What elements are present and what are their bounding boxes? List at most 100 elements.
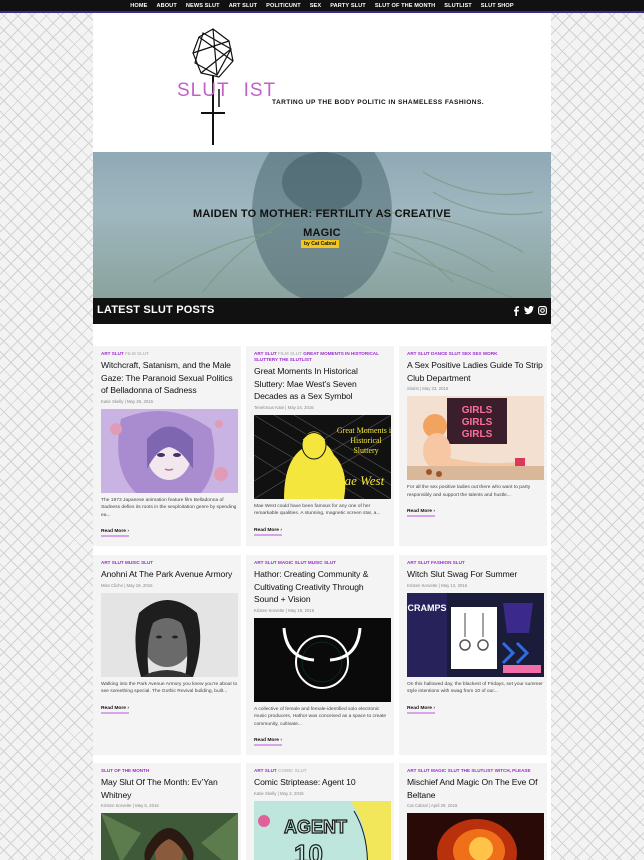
post-date: May 5, 2016	[135, 803, 159, 808]
read-more-link[interactable]: Read More ›	[254, 738, 282, 747]
thumbnail-caption: Historical	[350, 436, 382, 445]
nav-sex[interactable]: SEX	[310, 3, 322, 9]
nav-art-slut[interactable]: ART SLUT	[229, 3, 257, 9]
nav-politicunt[interactable]: POLITICUNT	[266, 3, 301, 9]
featured-hero[interactable]: MAIDEN TO MOTHER: FERTILITY AS CREATIVE …	[93, 152, 551, 298]
category-tag[interactable]: ART SLUT	[101, 351, 124, 356]
category-tag[interactable]: ART SLUT	[254, 351, 277, 356]
post-meta: Katie Skelly | May 2, 2016	[254, 790, 304, 796]
post-title[interactable]: Hathor: Creating Community & Cultivating…	[254, 568, 390, 606]
post-title[interactable]: Comic Striptease: Agent 10	[254, 776, 390, 789]
post-thumbnail[interactable]: Great Moments in Historical Sluttery Mae…	[254, 414, 391, 499]
post-meta: Katie Skelly | May 26, 2016	[101, 398, 154, 404]
category-tag[interactable]: ART SLUT	[407, 351, 430, 356]
thumbnail-caption: GIRLS	[462, 429, 493, 440]
post-card: ART SLUT MAGIC SLUT MUSIC SLUT Hathor: C…	[246, 555, 394, 755]
post-card: ART SLUT FILM SLUT Witchcraft, Satanism,…	[93, 346, 241, 546]
post-date: April 29, 2016	[430, 803, 458, 808]
post-title[interactable]: Great Moments In Historical Sluttery: Ma…	[254, 365, 390, 403]
post-meta: Slutist | May 23, 2016	[407, 386, 449, 391]
post-title[interactable]: Witchcraft, Satanism, and the Male Gaze:…	[101, 359, 237, 397]
category-tag[interactable]: WITCH, PLEASE	[495, 768, 531, 773]
category-tag[interactable]: DANCE SLUT	[431, 351, 461, 356]
category-tag[interactable]: FILM SLUT	[278, 351, 302, 356]
category-tag[interactable]: SEX	[462, 351, 471, 356]
category-tag[interactable]: MAGIC SLUT	[278, 560, 307, 565]
read-more-link[interactable]: Read More ›	[101, 706, 129, 714]
logo-wordmark[interactable]: SLUT IST	[177, 80, 276, 102]
read-more-link[interactable]: Read More ›	[101, 529, 129, 538]
category-tag[interactable]: SLUT OF THE MONTH	[101, 768, 149, 773]
hero-title[interactable]: MAIDEN TO MOTHER: FERTILITY AS CREATIVE …	[93, 205, 551, 243]
social-links	[511, 305, 547, 316]
post-title[interactable]: A Sex Positive Ladies Guide To Strip Clu…	[407, 359, 543, 384]
nav-home[interactable]: HOME	[130, 3, 147, 9]
category-tag[interactable]: MAGIC SLUT	[431, 768, 460, 773]
post-author[interactable]: Tenebrous Kate	[254, 405, 284, 410]
category-tag[interactable]: FASHION SLUT	[431, 560, 465, 565]
category-tag[interactable]: ART SLUT	[254, 560, 277, 565]
nav-slutlist[interactable]: SLUTLIST	[444, 3, 472, 9]
category-tag[interactable]: COMIC SLUT	[278, 768, 307, 773]
post-thumbnail[interactable]	[101, 592, 238, 677]
post-thumbnail[interactable]	[101, 813, 238, 860]
read-more-link[interactable]: Read More ›	[254, 528, 282, 536]
post-author[interactable]: Katie Skelly	[254, 791, 276, 796]
post-meta: Kristen Korvette | May 13, 2016	[407, 582, 468, 588]
post-excerpt: Mae West could have been famous for any …	[254, 503, 381, 517]
hero-byline[interactable]: by Cat Cabral	[301, 240, 340, 248]
post-title[interactable]: May Slut Of The Month: Ev’Yan Whitney	[101, 776, 237, 801]
post-card: ART SLUT FASHION SLUT Witch Slut Swag Fo…	[399, 555, 547, 755]
post-thumbnail[interactable]	[407, 813, 544, 860]
post-title[interactable]: Anohni At The Park Avenue Armory	[101, 568, 237, 581]
post-date: May 23, 2016	[422, 386, 449, 391]
category-tag[interactable]: ART SLUT	[407, 768, 430, 773]
nav-news-slut[interactable]: NEWS SLUT	[186, 3, 220, 9]
post-thumbnail[interactable]	[254, 617, 391, 702]
category-tag[interactable]: MUSIC SLUT	[125, 560, 153, 565]
category-tag[interactable]: ART SLUT	[407, 560, 430, 565]
read-more-link[interactable]: Read More ›	[407, 509, 435, 518]
category-tag[interactable]: MUSIC SLUT	[308, 560, 336, 565]
post-thumbnail[interactable]: GIRLS GIRLS GIRLS	[407, 396, 544, 480]
category-tag[interactable]: THE SLUTLIST	[461, 768, 493, 773]
thumbnail-caption: Mae West	[333, 473, 385, 488]
post-author[interactable]: Kristen Korvette	[101, 803, 132, 808]
post-card: ART SLUT COMIC SLUT Comic Striptease: Ag…	[246, 763, 394, 860]
post-categories: ART SLUT FILM SLUT GREAT MOMENTS IN HIST…	[254, 351, 390, 363]
post-title[interactable]: Mischief And Magic On The Eve Of Beltane	[407, 776, 543, 801]
nav-slut-shop[interactable]: SLUT SHOP	[481, 3, 514, 9]
post-author[interactable]: Cat Cabral	[407, 803, 428, 808]
logo-wordmark-right: IST	[243, 80, 277, 101]
nav-party-slut[interactable]: PARTY SLUT	[330, 3, 366, 9]
hero-title-line1: MAIDEN TO MOTHER: FERTILITY AS CREATIVE	[193, 208, 451, 220]
instagram-icon[interactable]	[537, 305, 547, 316]
post-categories: ART SLUT FILM SLUT	[101, 351, 237, 357]
facebook-icon[interactable]	[511, 305, 521, 316]
twitter-icon[interactable]	[524, 305, 534, 316]
post-thumbnail[interactable]	[101, 408, 238, 493]
post-categories: ART SLUT MAGIC SLUT MUSIC SLUT	[254, 560, 390, 566]
nav-about[interactable]: ABOUT	[156, 3, 176, 9]
page-container: SLUT IST TARTING UP THE BODY POLITIC IN S…	[93, 13, 551, 860]
read-more-link[interactable]: Read More ›	[407, 706, 435, 714]
site-header: SLUT IST TARTING UP THE BODY POLITIC IN S…	[93, 13, 551, 152]
post-thumbnail[interactable]: AGENT 10	[254, 800, 391, 860]
nav-slut-of-the-month[interactable]: SLUT OF THE MONTH	[375, 3, 435, 9]
post-title[interactable]: Witch Slut Swag For Summer	[407, 568, 543, 581]
category-tag[interactable]: FILM SLUT	[125, 351, 149, 356]
category-tag[interactable]: ART SLUT	[101, 560, 124, 565]
post-author[interactable]: Kristen Korvette	[407, 583, 438, 588]
post-author[interactable]: Miss Cliche	[101, 583, 123, 588]
category-tag[interactable]: THE SLUTLIST	[279, 357, 311, 362]
post-date: May 2, 2016	[279, 790, 304, 796]
category-tag[interactable]: ART SLUT	[254, 768, 277, 773]
post-author[interactable]: Slutist	[407, 386, 419, 391]
category-tag[interactable]: SEX WORK	[472, 351, 497, 356]
post-author[interactable]: Katie Skelly	[101, 399, 123, 404]
post-author[interactable]: Kristen Korvette	[254, 608, 285, 613]
thumbnail-caption: CRAMPS	[407, 603, 446, 613]
latest-posts-bar: LATEST SLUT POSTS	[93, 298, 551, 324]
post-thumbnail[interactable]: CRAMPS	[407, 592, 544, 677]
post-card: SLUT OF THE MONTH May Slut Of The Month:…	[93, 763, 241, 860]
